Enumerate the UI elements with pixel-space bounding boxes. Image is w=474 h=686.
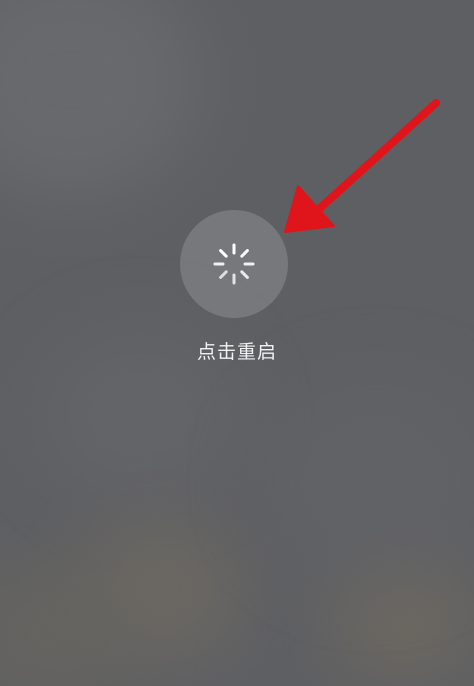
- restart-label[interactable]: 点击重启: [0, 337, 474, 364]
- restart-screen: 点击重启: [0, 0, 474, 686]
- background-blur: [260, 380, 474, 580]
- background-blur: [0, 0, 200, 200]
- loading-spinner-icon: [210, 240, 258, 288]
- restart-button[interactable]: [180, 210, 288, 318]
